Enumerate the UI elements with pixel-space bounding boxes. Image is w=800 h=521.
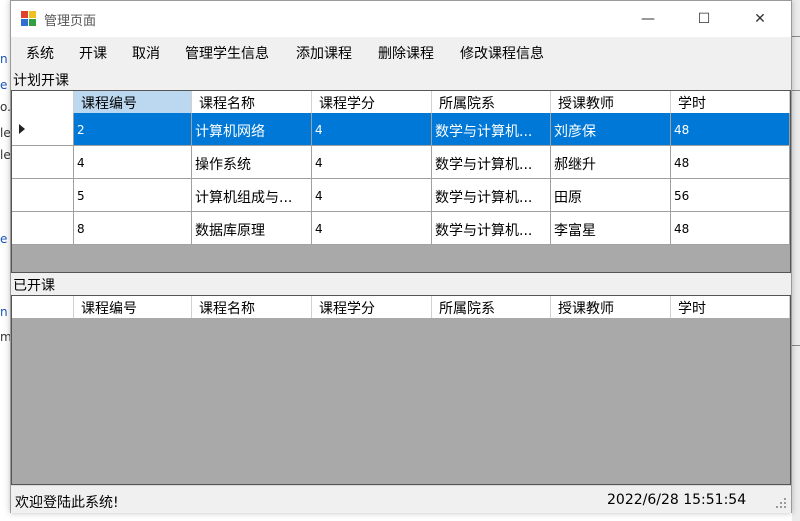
row-header[interactable] <box>12 146 74 179</box>
table-row[interactable]: 8 数据库原理 4 数学与计算机... 李富星 48 <box>12 212 790 245</box>
table-cell[interactable]: 48 <box>671 212 790 245</box>
status-bar: 欢迎登陆此系统! 2022/6/28 15:51:54 <box>11 485 791 513</box>
maximize-button[interactable]: ☐ <box>681 1 727 37</box>
column-header[interactable]: 学时 <box>671 91 790 113</box>
column-header[interactable]: 课程学分 <box>312 91 432 113</box>
table-cell[interactable]: 计算机组成与... <box>192 179 312 212</box>
table-cell[interactable]: 郝继升 <box>551 146 671 179</box>
menu-edit-course[interactable]: 修改课程信息 <box>460 43 544 63</box>
menu-manage-students[interactable]: 管理学生信息 <box>185 43 269 63</box>
maximize-icon: ☐ <box>697 11 711 27</box>
menu-bar: 系统 开课 取消 管理学生信息 添加课程 删除课程 修改课程信息 <box>11 39 791 67</box>
app-icon <box>21 11 37 27</box>
table-cell[interactable]: 4 <box>312 146 432 179</box>
current-row-arrow-icon <box>19 124 25 134</box>
table-cell[interactable]: 计算机网络 <box>192 113 312 146</box>
table-cell[interactable]: 2 <box>74 113 192 146</box>
close-button[interactable]: ✕ <box>737 1 783 37</box>
table-cell[interactable]: 4 <box>312 212 432 245</box>
column-header[interactable]: 学时 <box>671 296 790 318</box>
table-row[interactable]: 5 计算机组成与... 4 数学与计算机... 田原 56 <box>12 179 790 212</box>
table-cell[interactable]: 8 <box>74 212 192 245</box>
row-header-corner <box>12 91 74 113</box>
table-cell[interactable]: 4 <box>74 146 192 179</box>
table-row[interactable]: 4 操作系统 4 数学与计算机... 郝继升 48 <box>12 146 790 179</box>
table-cell[interactable]: 48 <box>671 146 790 179</box>
bg-fragment: n <box>0 52 8 66</box>
table-cell[interactable]: 4 <box>312 113 432 146</box>
opened-grid-header: 课程编号 课程名称 课程学分 所属院系 授课教师 学时 <box>12 296 790 318</box>
opened-courses-label: 已开课 <box>13 278 55 294</box>
resize-grip-icon[interactable] <box>775 497 787 509</box>
table-cell[interactable]: 4 <box>312 179 432 212</box>
status-datetime: 2022/6/28 15:51:54 <box>607 492 747 508</box>
table-cell[interactable]: 数学与计算机... <box>432 179 551 212</box>
bg-line <box>792 36 800 37</box>
table-cell[interactable]: 56 <box>671 179 790 212</box>
table-cell[interactable]: 48 <box>671 113 790 146</box>
background-window-right-edge <box>792 0 800 521</box>
bg-line <box>792 345 800 346</box>
column-header[interactable]: 课程编号 <box>74 91 192 113</box>
column-header[interactable]: 所属院系 <box>432 296 551 318</box>
bg-line <box>792 90 800 91</box>
bg-fragment: n <box>0 305 8 319</box>
menu-cancel[interactable]: 取消 <box>132 43 160 63</box>
table-cell[interactable]: 田原 <box>551 179 671 212</box>
bg-fragment: e <box>0 232 8 246</box>
column-header[interactable]: 授课教师 <box>551 296 671 318</box>
table-row[interactable]: 2 计算机网络 4 数学与计算机... 刘彦保 48 <box>12 113 790 146</box>
close-icon: ✕ <box>754 11 766 27</box>
row-header-corner <box>12 296 74 318</box>
planned-courses-grid[interactable]: 课程编号 课程名称 课程学分 所属院系 授课教师 学时 2 计算机网络 4 数学与计算… <box>11 90 791 273</box>
menu-system[interactable]: 系统 <box>26 43 54 63</box>
minimize-button[interactable]: — <box>625 1 671 37</box>
column-header[interactable]: 课程名称 <box>192 91 312 113</box>
column-header[interactable]: 授课教师 <box>551 91 671 113</box>
column-header[interactable]: 课程学分 <box>312 296 432 318</box>
main-window: 管理页面 — ☐ ✕ 系统 开课 取消 管理学生信息 添加课程 删除课程 修改课… <box>10 0 792 513</box>
row-header[interactable] <box>12 179 74 212</box>
table-cell[interactable]: 数学与计算机... <box>432 146 551 179</box>
planned-courses-label: 计划开课 <box>13 73 69 89</box>
bg-fragment: e <box>0 78 8 92</box>
column-header[interactable]: 所属院系 <box>432 91 551 113</box>
row-header[interactable] <box>12 113 74 146</box>
table-cell[interactable]: 5 <box>74 179 192 212</box>
table-cell[interactable]: 刘彦保 <box>551 113 671 146</box>
table-cell[interactable]: 数据库原理 <box>192 212 312 245</box>
menu-add-course[interactable]: 添加课程 <box>296 43 352 63</box>
menu-delete-course[interactable]: 删除课程 <box>378 43 434 63</box>
row-header[interactable] <box>12 212 74 245</box>
column-header[interactable]: 课程名称 <box>192 296 312 318</box>
table-cell[interactable]: 数学与计算机... <box>432 212 551 245</box>
table-cell[interactable]: 李富星 <box>551 212 671 245</box>
title-bar[interactable]: 管理页面 — ☐ ✕ <box>11 1 791 37</box>
table-cell[interactable]: 操作系统 <box>192 146 312 179</box>
column-header[interactable]: 课程编号 <box>74 296 192 318</box>
opened-courses-grid[interactable]: 课程编号 课程名称 课程学分 所属院系 授课教师 学时 <box>11 295 791 485</box>
planned-grid-header: 课程编号 课程名称 课程学分 所属院系 授课教师 学时 <box>12 91 790 113</box>
minimize-icon: — <box>641 11 655 27</box>
window-title: 管理页面 <box>44 14 97 29</box>
table-cell[interactable]: 数学与计算机... <box>432 113 551 146</box>
status-message: 欢迎登陆此系统! <box>15 495 119 511</box>
menu-open-course[interactable]: 开课 <box>79 43 107 63</box>
